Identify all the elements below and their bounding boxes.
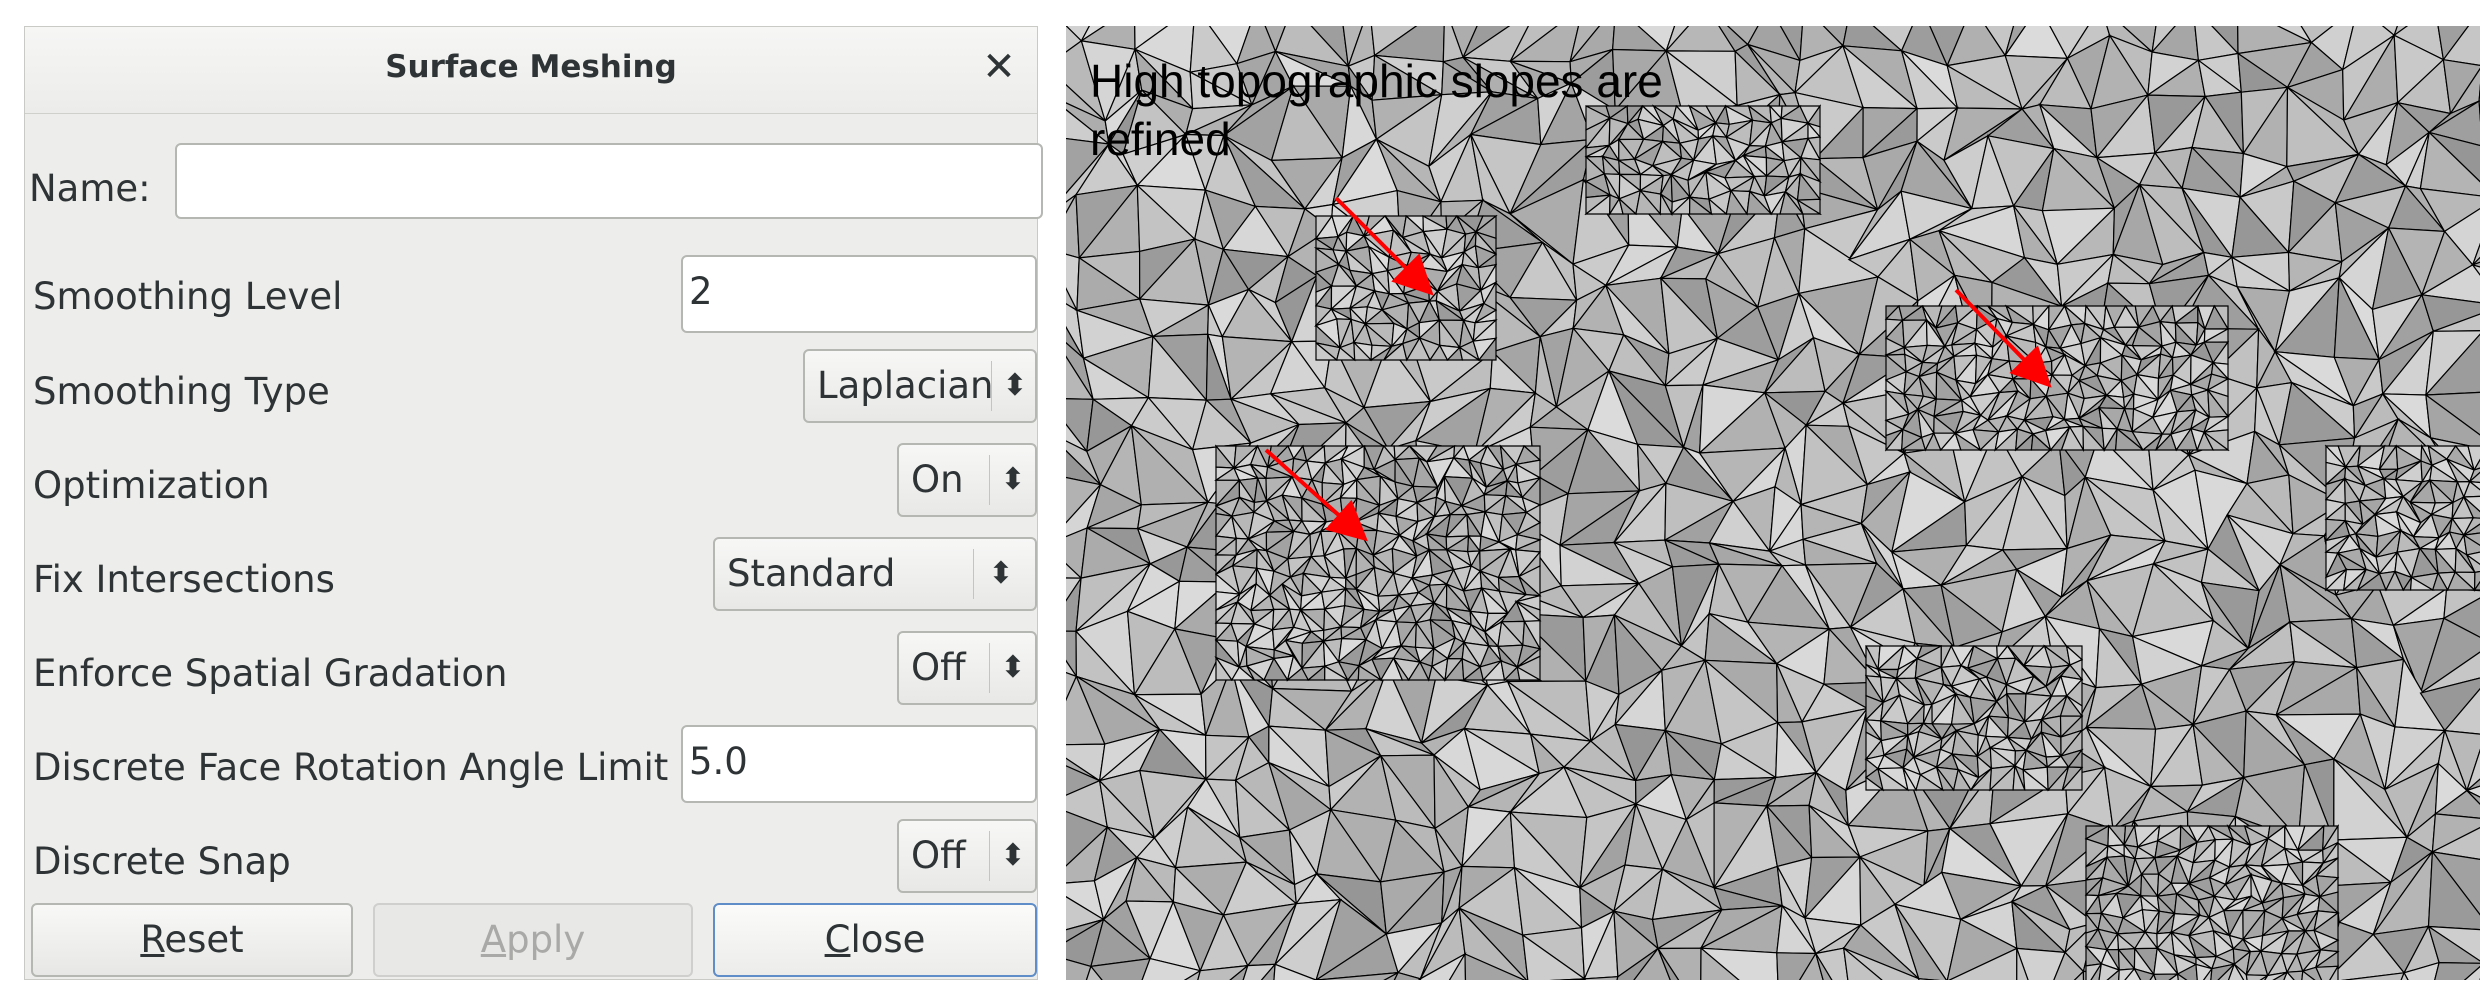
close-button[interactable]: Close	[713, 903, 1037, 977]
smoothing-type-value: Laplacian	[817, 364, 994, 407]
close-label: lose	[850, 918, 926, 961]
optimization-label: Optimization	[33, 464, 270, 507]
smoothing-type-label: Smoothing Type	[33, 370, 330, 413]
chevron-updown-icon: ⬍	[1000, 462, 1026, 497]
smoothing-level-input[interactable]: 2	[681, 255, 1037, 333]
name-input[interactable]	[175, 143, 1043, 219]
reset-label: eset	[164, 918, 244, 961]
discrete-snap-value: Off	[911, 834, 966, 877]
annotation-caption: High topographic slopes are refined	[1090, 55, 1663, 165]
close-icon[interactable]: ✕	[975, 43, 1023, 91]
apply-mnemonic: A	[480, 918, 507, 961]
mesh-viewport[interactable]: High topographic slopes are refined	[1066, 26, 2480, 980]
enforce-spatial-gradation-label: Enforce Spatial Gradation	[33, 652, 508, 695]
close-mnemonic: C	[824, 918, 851, 961]
fix-intersections-value: Standard	[727, 552, 896, 595]
optimization-value: On	[911, 458, 964, 501]
discrete-face-rotation-label: Discrete Face Rotation Angle Limit	[33, 746, 669, 789]
triangle-mesh	[1066, 26, 2480, 980]
discrete-snap-label: Discrete Snap	[33, 840, 291, 883]
name-label: Name:	[29, 167, 151, 210]
chevron-updown-icon: ⬍	[988, 556, 1014, 591]
apply-button[interactable]: Apply	[373, 903, 693, 977]
fix-intersections-label: Fix Intersections	[33, 558, 335, 601]
combo-separator	[989, 831, 990, 881]
dialog-titlebar: Surface Meshing ✕	[25, 27, 1037, 114]
chevron-updown-icon: ⬍	[1000, 838, 1026, 873]
combo-separator	[991, 361, 992, 411]
combo-separator	[989, 643, 990, 693]
chevron-updown-icon: ⬍	[1000, 650, 1026, 685]
surface-meshing-dialog: Surface Meshing ✕ Name: Smoothing Level …	[24, 26, 1043, 980]
enforce-spatial-gradation-select[interactable]: Off ⬍	[897, 631, 1037, 705]
discrete-face-rotation-input[interactable]: 5.0	[681, 725, 1037, 803]
optimization-select[interactable]: On ⬍	[897, 443, 1037, 517]
dialog-title: Surface Meshing	[385, 49, 677, 85]
smoothing-type-select[interactable]: Laplacian ⬍	[803, 349, 1037, 423]
combo-separator	[973, 549, 974, 599]
fix-intersections-select[interactable]: Standard ⬍	[713, 537, 1037, 611]
discrete-snap-select[interactable]: Off ⬍	[897, 819, 1037, 893]
enforce-spatial-gradation-value: Off	[911, 646, 966, 689]
smoothing-level-label: Smoothing Level	[33, 275, 343, 318]
chevron-updown-icon: ⬍	[1002, 368, 1028, 403]
reset-button[interactable]: Reset	[31, 903, 353, 977]
combo-separator	[989, 455, 990, 505]
apply-label: pply	[506, 918, 586, 961]
reset-mnemonic: R	[140, 918, 165, 961]
